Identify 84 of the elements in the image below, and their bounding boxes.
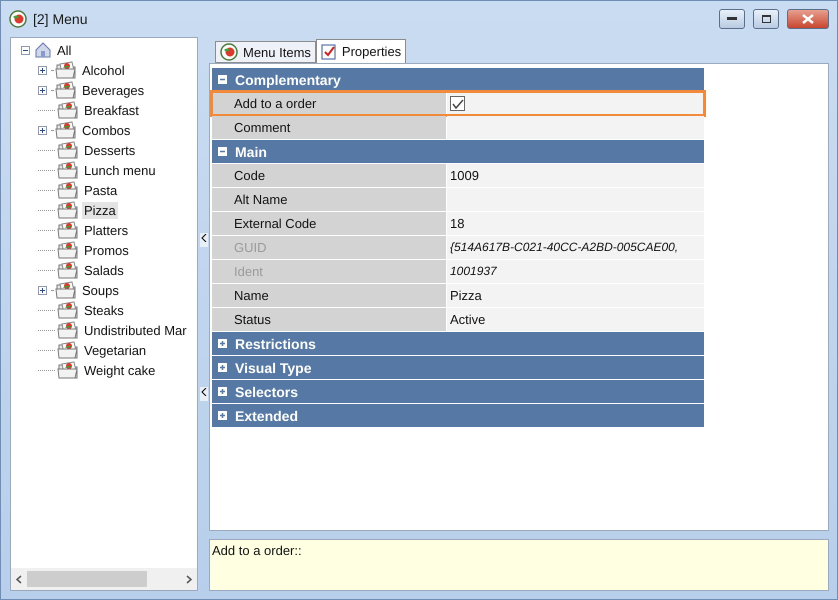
property-value[interactable]: Pizza	[447, 284, 704, 307]
tree-item[interactable]: Alcohol	[80, 62, 127, 78]
tree-item[interactable]: Desserts	[82, 142, 138, 158]
collapse-icon[interactable]	[218, 147, 227, 156]
folder-icon	[57, 221, 79, 239]
collapse-panel-icon[interactable]	[200, 387, 208, 401]
minimize-button[interactable]	[719, 9, 745, 29]
expand-icon[interactable]	[218, 339, 227, 348]
property-value[interactable]: 1009	[447, 164, 704, 187]
folder-icon	[55, 281, 77, 299]
scrollbar-thumb[interactable]	[27, 571, 147, 587]
tree-item[interactable]: Pasta	[82, 182, 120, 198]
expand-icon[interactable]	[218, 411, 227, 420]
folder-icon	[55, 121, 77, 139]
folder-icon	[57, 341, 79, 359]
tree-item[interactable]: Soups	[80, 282, 121, 298]
folder-icon	[57, 201, 79, 219]
house-icon	[34, 41, 52, 59]
tree-item[interactable]: Pizza	[82, 202, 118, 218]
tree-item[interactable]: Vegetarian	[82, 342, 148, 358]
folder-icon	[57, 141, 79, 159]
tab[interactable]: Menu Items	[215, 41, 316, 63]
category-header[interactable]: Selectors	[212, 380, 704, 403]
category-header[interactable]: Restrictions	[212, 332, 704, 355]
folder-icon	[57, 241, 79, 259]
property-name: GUID	[212, 236, 446, 259]
property-name: Status	[212, 308, 446, 331]
property-value[interactable]: Active	[447, 308, 704, 331]
collapse-panel-icon[interactable]	[200, 233, 208, 247]
collapse-icon[interactable]	[218, 75, 227, 84]
tree-item[interactable]: Lunch menu	[82, 162, 158, 178]
tree-item[interactable]: Steaks	[82, 302, 126, 318]
window-title: [2] Menu	[33, 11, 88, 27]
expand-icon[interactable]	[218, 363, 227, 372]
checklist-icon	[320, 44, 337, 60]
category-header[interactable]: Main	[212, 140, 704, 163]
folder-icon	[57, 361, 79, 379]
tree-item[interactable]: Salads	[82, 262, 126, 278]
close-icon	[802, 14, 814, 24]
description-text: Add to a order::	[212, 543, 302, 558]
tree-item[interactable]: Platters	[82, 222, 130, 238]
folder-icon	[57, 181, 79, 199]
property-value[interactable]: 18	[447, 212, 704, 235]
minimize-icon	[727, 17, 737, 21]
scroll-right-icon[interactable]	[185, 574, 193, 584]
close-button[interactable]	[787, 9, 829, 29]
app-icon	[9, 10, 27, 28]
collapse-icon[interactable]	[21, 46, 30, 54]
property-name: Comment	[212, 116, 446, 139]
category-header[interactable]: Extended	[212, 404, 704, 427]
property-name: External Code	[212, 212, 446, 235]
category-header[interactable]: Visual Type	[212, 356, 704, 379]
property-name: Add to a order	[212, 92, 446, 115]
maximize-button[interactable]	[753, 9, 779, 29]
folder-icon	[57, 301, 79, 319]
maximize-icon	[762, 15, 770, 23]
folder-icon	[57, 321, 79, 339]
expand-icon[interactable]	[38, 66, 47, 74]
folder-icon	[55, 81, 77, 99]
tree-item[interactable]: Promos	[82, 242, 131, 258]
folder-icon	[57, 101, 79, 119]
expand-icon[interactable]	[38, 86, 47, 94]
folder-icon	[55, 61, 77, 79]
tree-item[interactable]: Weight cake	[82, 362, 158, 378]
expand-icon[interactable]	[218, 387, 227, 396]
tree-item[interactable]: All	[55, 42, 74, 58]
expand-icon[interactable]	[38, 286, 47, 294]
property-name: Alt Name	[212, 188, 446, 211]
tab[interactable]: Properties	[316, 39, 406, 63]
tree-item[interactable]: Breakfast	[82, 102, 141, 118]
expand-icon[interactable]	[38, 126, 47, 134]
property-name: Ident	[212, 260, 446, 283]
scroll-left-icon[interactable]	[15, 574, 23, 584]
horizontal-scrollbar[interactable]	[11, 568, 197, 590]
tree-item[interactable]: Beverages	[80, 82, 146, 98]
category-header[interactable]: Complementary	[212, 68, 704, 91]
tree-item[interactable]: Undistributed Mar	[82, 322, 189, 338]
property-name: Code	[212, 164, 446, 187]
folder-icon	[57, 161, 79, 179]
tree-item[interactable]: Combos	[80, 122, 132, 138]
checkbox[interactable]	[450, 96, 465, 111]
property-name: Name	[212, 284, 446, 307]
folder-icon	[57, 261, 79, 279]
menu-icon	[220, 43, 238, 61]
